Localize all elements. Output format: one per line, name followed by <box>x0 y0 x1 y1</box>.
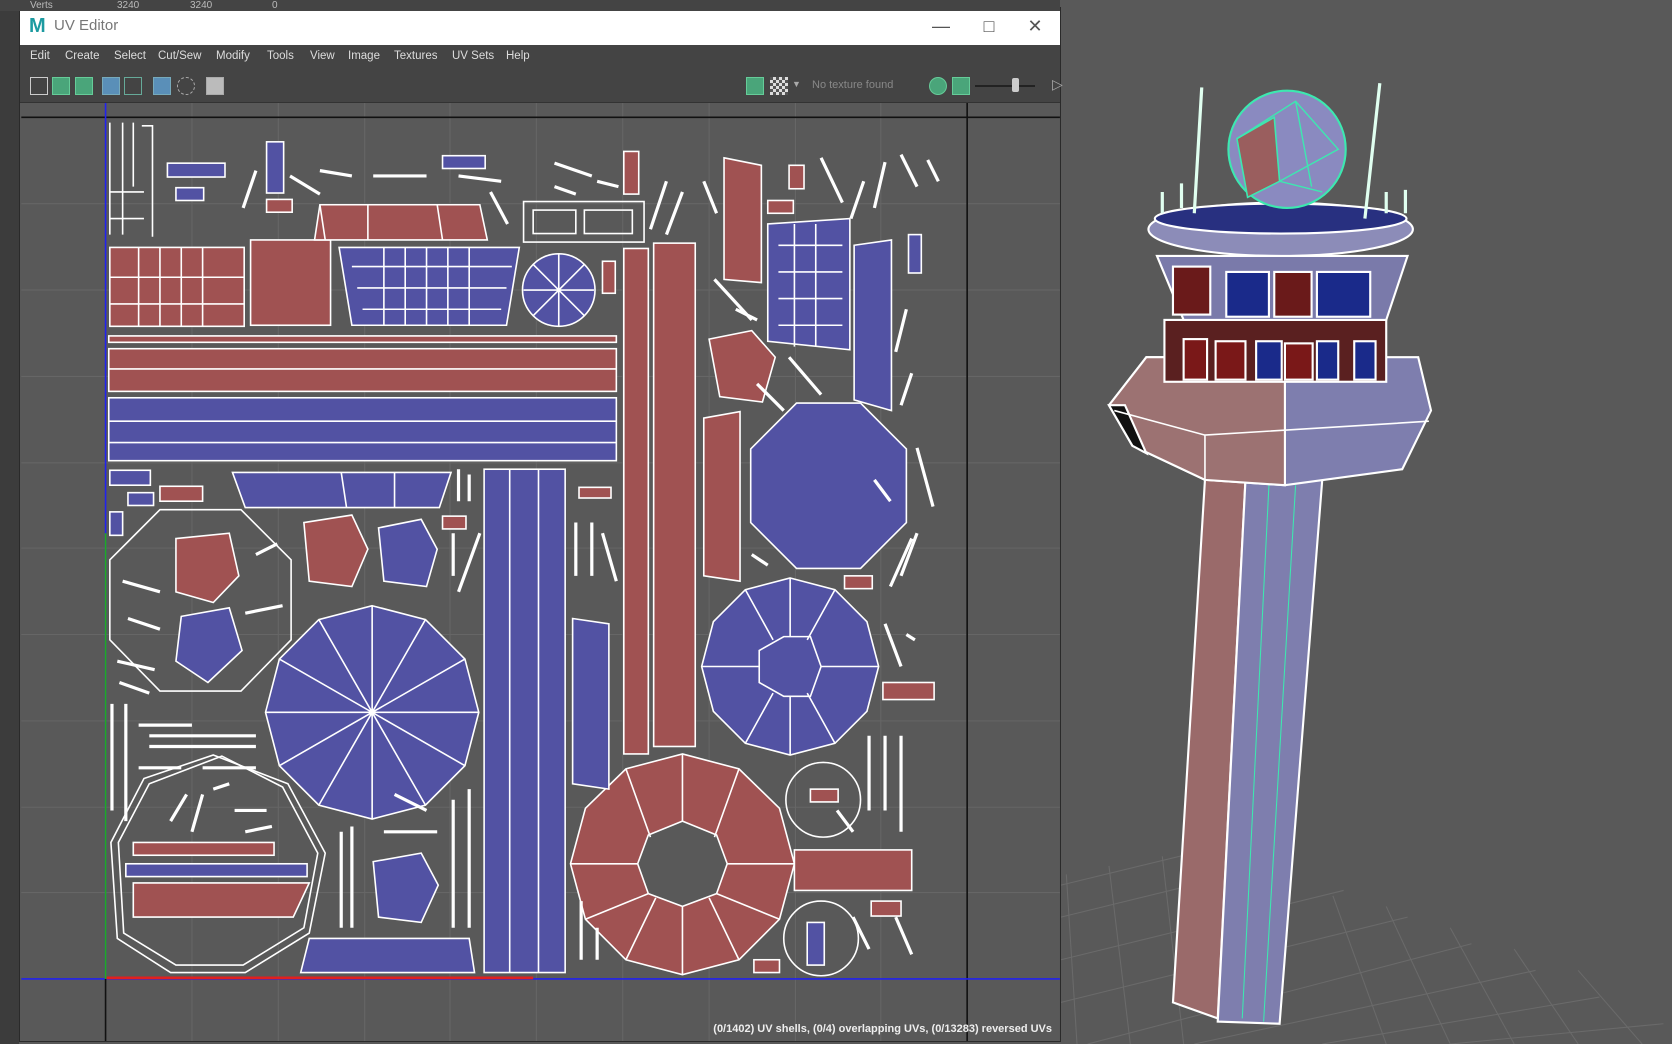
menu-select[interactable]: Select <box>114 50 146 62</box>
menu-edit[interactable]: Edit <box>30 50 50 62</box>
texture-status[interactable]: No texture found <box>812 79 893 91</box>
toolbar-expand-icon[interactable]: ▷ <box>1052 76 1063 93</box>
menu-tools[interactable]: Tools <box>267 50 294 62</box>
isolate-icon[interactable] <box>177 77 195 95</box>
title-bar[interactable]: M UV Editor — □ ✕ <box>20 8 1060 45</box>
background-stats-strip: Verts 3240 3240 0 <box>0 0 1060 11</box>
grid-toggle-icon[interactable] <box>153 77 171 95</box>
stats-value-2: 3240 <box>190 0 213 11</box>
checker-icon[interactable] <box>770 77 788 95</box>
viewport-floor-grid <box>1060 841 1664 1044</box>
maximize-button[interactable]: □ <box>966 8 1012 45</box>
menu-cut-sew[interactable]: Cut/Sew <box>158 50 201 62</box>
window-title: UV Editor <box>54 17 119 34</box>
menu-help[interactable]: Help <box>506 50 530 62</box>
menu-image[interactable]: Image <box>348 50 380 62</box>
menu-create[interactable]: Create <box>65 50 100 62</box>
chevron-down-icon[interactable]: ▼ <box>792 79 801 89</box>
menu-view[interactable]: View <box>310 50 335 62</box>
uv-status-text: (0/1402) UV shells, (0/4) overlapping UV… <box>713 1023 1052 1035</box>
maya-logo-icon: M <box>29 15 46 37</box>
uv-editor-window: M UV Editor — □ ✕ Edit Create Select Cut… <box>19 7 1063 1042</box>
stats-value-3: 0 <box>272 0 278 11</box>
shell-shaded-icon[interactable] <box>75 77 93 95</box>
uv-frame-icon[interactable] <box>102 77 120 95</box>
menu-uv-sets[interactable]: UV Sets <box>452 50 494 62</box>
left-panel-edge <box>0 7 19 1044</box>
close-button[interactable]: ✕ <box>1012 8 1058 45</box>
uv-layout-icon[interactable] <box>30 77 48 95</box>
shell-select-icon[interactable] <box>52 77 70 95</box>
menu-bar: Edit Create Select Cut/Sew Modify Tools … <box>20 45 1060 69</box>
exposure-slider[interactable] <box>975 85 1035 87</box>
snapshot-camera-icon[interactable] <box>206 77 224 95</box>
tower-model <box>1107 83 1433 1025</box>
close-icon: ✕ <box>1027 16 1043 36</box>
uv-frame-alt-icon[interactable] <box>124 77 142 95</box>
image-display-icon[interactable] <box>746 77 764 95</box>
stats-label: Verts <box>30 0 53 11</box>
maximize-icon: □ <box>983 16 995 36</box>
stats-value-1: 3240 <box>117 0 140 11</box>
minimize-icon: — <box>932 16 950 36</box>
menu-modify[interactable]: Modify <box>216 50 250 62</box>
toolbar: ▼ No texture found ▷ <box>20 69 1063 103</box>
rgb-channels-icon[interactable] <box>929 77 947 95</box>
image-exposure-icon[interactable] <box>952 77 970 95</box>
minimize-button[interactable]: — <box>918 8 964 45</box>
menu-textures[interactable]: Textures <box>394 50 437 62</box>
exposure-slider-handle[interactable] <box>1012 78 1019 92</box>
